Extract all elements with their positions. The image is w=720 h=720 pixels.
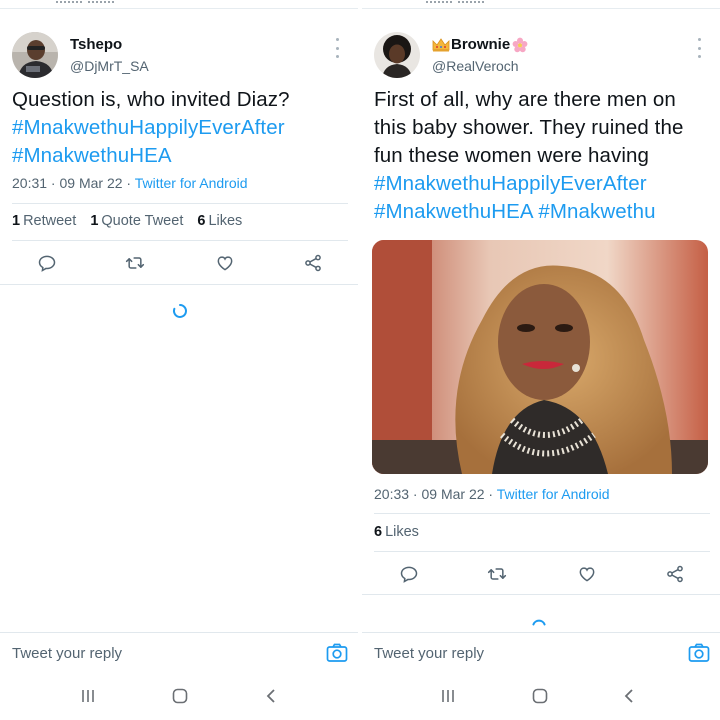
- hashtag-link[interactable]: #MnakwethuHappilyEverAfter: [12, 114, 346, 142]
- tweet-actions: [12, 250, 348, 280]
- divider: [0, 284, 358, 285]
- tweet-meta: 20:31 · 09 Mar 22 · Twitter for Android: [12, 175, 248, 191]
- tweet-text: First of all, why are there men on this …: [374, 86, 708, 226]
- divider: [362, 594, 720, 595]
- tweet-text-line: this baby shower. They ruined the: [374, 116, 684, 139]
- tweet-photo[interactable]: [372, 240, 708, 474]
- back-icon[interactable]: [620, 686, 640, 706]
- likes-stat[interactable]: 6 Likes: [374, 524, 419, 540]
- share-icon[interactable]: [300, 250, 326, 276]
- display-name[interactable]: Brownie: [432, 36, 528, 54]
- tweet-panel-right: Brownie @RealVeroch First of all, why ar…: [362, 0, 720, 720]
- tweet-header: Tshepo @DjMrT_SA: [12, 30, 348, 82]
- user-handle[interactable]: @DjMrT_SA: [70, 56, 149, 76]
- display-name-text: Brownie: [451, 36, 511, 53]
- retweets-stat[interactable]: 1 Retweet: [12, 213, 76, 229]
- display-name[interactable]: Tshepo: [70, 36, 149, 54]
- flower-icon: [512, 37, 528, 53]
- reply-icon[interactable]: [34, 250, 60, 276]
- quote-tweets-stat[interactable]: 1 Quote Tweet: [90, 213, 183, 229]
- tweet-stats: 1 Retweet 1 Quote Tweet 6 Likes: [12, 213, 252, 229]
- tweet-text-line: Question is, who invited Diaz?: [12, 88, 290, 111]
- tweet-text-line: fun these women were having: [374, 144, 650, 167]
- divider: [374, 513, 710, 514]
- retweet-icon[interactable]: [484, 561, 510, 587]
- reply-input[interactable]: Tweet your reply: [12, 645, 122, 662]
- recents-icon[interactable]: [78, 686, 98, 706]
- tweet-source-link[interactable]: Twitter for Android: [135, 175, 248, 191]
- loading-spinner-icon: [171, 302, 189, 320]
- tweet-timestamp[interactable]: 20:31 · 09 Mar 22 ·: [12, 175, 135, 191]
- loading-spinner-icon: [530, 614, 548, 632]
- tweet-panel-left: Tshepo @DjMrT_SA Question is, who invite…: [0, 0, 358, 720]
- reply-icon[interactable]: [396, 561, 422, 587]
- more-options-icon[interactable]: [694, 38, 704, 58]
- system-nav-bar: [0, 672, 358, 720]
- divider: [12, 240, 348, 241]
- reply-bar: Tweet your reply: [362, 632, 720, 674]
- hashtag-link[interactable]: #MnakwethuHEA: [12, 142, 346, 170]
- more-options-icon[interactable]: [332, 38, 342, 58]
- tweet-actions: [374, 561, 710, 591]
- tweet-timestamp[interactable]: 20:33 · 09 Mar 22 ·: [374, 486, 497, 502]
- divider: [374, 551, 710, 552]
- reply-bar: Tweet your reply: [0, 632, 358, 674]
- divider: [12, 203, 348, 204]
- tweet-source-link[interactable]: Twitter for Android: [497, 486, 610, 502]
- camera-icon[interactable]: [326, 643, 348, 663]
- recents-icon[interactable]: [438, 686, 458, 706]
- crown-icon: [432, 38, 450, 52]
- home-icon[interactable]: [530, 686, 550, 706]
- reply-input[interactable]: Tweet your reply: [374, 645, 484, 662]
- system-nav-bar: [362, 672, 720, 720]
- hashtag-link[interactable]: #MnakwethuHEA #Mnakwethu: [374, 198, 708, 226]
- tweet-stats: 6 Likes: [374, 524, 429, 540]
- camera-icon[interactable]: [688, 643, 710, 663]
- likes-stat[interactable]: 6 Likes: [197, 213, 242, 229]
- user-handle[interactable]: @RealVeroch: [432, 56, 528, 76]
- hashtag-link[interactable]: #MnakwethuHappilyEverAfter: [374, 170, 708, 198]
- tweet-header: Brownie @RealVeroch: [374, 30, 710, 82]
- avatar[interactable]: [374, 32, 420, 78]
- previous-tweet-edge: [362, 0, 720, 10]
- previous-tweet-edge: [0, 0, 358, 10]
- like-icon[interactable]: [212, 250, 238, 276]
- tweet-text: Question is, who invited Diaz? #Mnakweth…: [12, 86, 346, 170]
- back-icon[interactable]: [262, 686, 282, 706]
- tweet-meta: 20:33 · 09 Mar 22 · Twitter for Android: [374, 486, 610, 502]
- tweet-text-line: First of all, why are there men on: [374, 88, 676, 111]
- retweet-icon[interactable]: [122, 250, 148, 276]
- home-icon[interactable]: [170, 686, 190, 706]
- avatar[interactable]: [12, 32, 58, 78]
- like-icon[interactable]: [574, 561, 600, 587]
- share-icon[interactable]: [662, 561, 688, 587]
